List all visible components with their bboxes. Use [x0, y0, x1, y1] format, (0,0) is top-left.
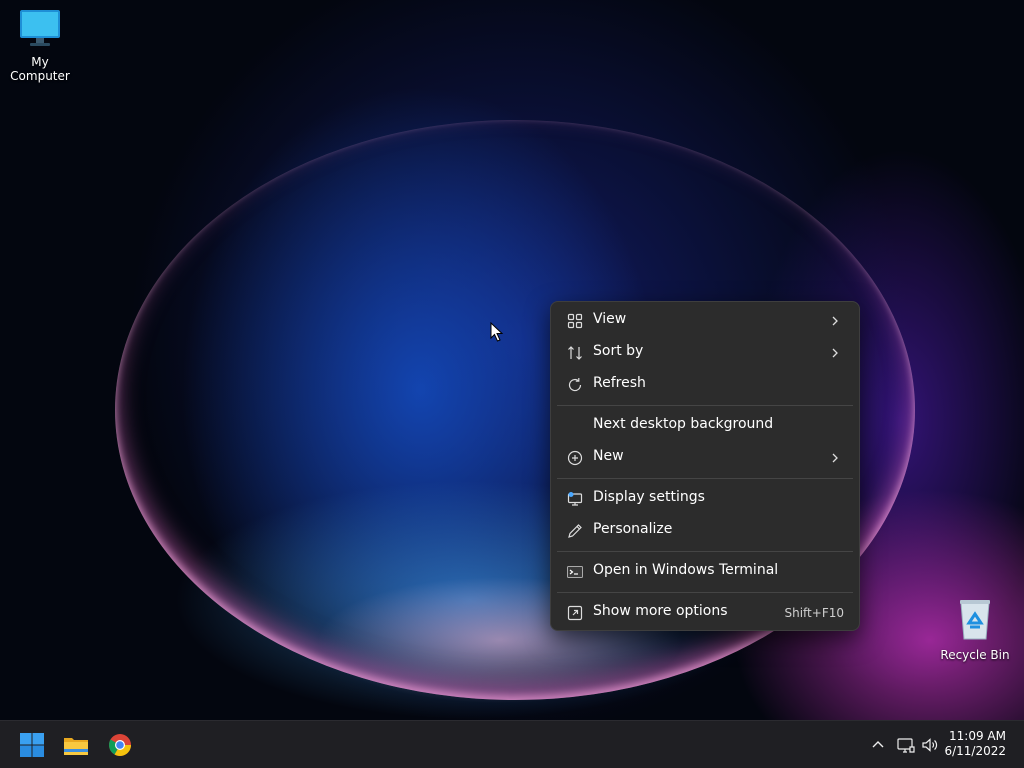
- more-options-icon: [567, 605, 583, 621]
- shortcut-hint: Shift+F10: [784, 606, 844, 620]
- menu-separator: [557, 405, 853, 406]
- menu-item-personalize[interactable]: Personalize: [556, 516, 854, 546]
- network-icon: [896, 738, 916, 759]
- chevron-right-icon: [830, 313, 840, 329]
- chevron-up-icon: [868, 740, 888, 759]
- file-explorer-icon: [60, 738, 92, 765]
- network-status-button[interactable]: [896, 735, 916, 755]
- menu-item-label: Show more options: [593, 603, 728, 619]
- desktop-wallpaper[interactable]: My Computer Recycle Bin View Sort by Ref…: [0, 0, 1024, 720]
- menu-item-open-in-windows-terminal[interactable]: Open in Windows Terminal: [556, 557, 854, 587]
- display-settings-icon: [567, 491, 583, 507]
- menu-item-sort-by[interactable]: Sort by: [556, 338, 854, 368]
- chrome-button[interactable]: [104, 729, 136, 761]
- monitor-icon: [0, 8, 80, 51]
- chrome-icon: [104, 734, 136, 765]
- menu-item-refresh[interactable]: Refresh: [556, 370, 854, 400]
- clock-time: 11:09 AM: [949, 729, 1006, 743]
- sort-arrows-icon: [567, 345, 583, 361]
- show-hidden-icons-button[interactable]: [868, 735, 888, 755]
- start-icon: [16, 733, 48, 765]
- menu-item-label: Display settings: [593, 489, 705, 505]
- desktop-icon-recycle-bin[interactable]: Recycle Bin: [935, 597, 1015, 662]
- menu-item-label: Sort by: [593, 343, 644, 359]
- menu-item-display-settings[interactable]: Display settings: [556, 484, 854, 514]
- menu-separator: [557, 478, 853, 479]
- taskbar: 11:09 AM 6/11/2022: [0, 720, 1024, 768]
- desktop-icon-label: Recycle Bin: [940, 648, 1010, 662]
- grid-icon: [567, 313, 583, 329]
- menu-item-label: Refresh: [593, 375, 646, 391]
- volume-icon: [920, 738, 940, 759]
- chevron-right-icon: [830, 450, 840, 466]
- pen-icon: [567, 523, 583, 539]
- menu-item-next-desktop-background[interactable]: Next desktop background: [556, 411, 854, 441]
- menu-item-label: View: [593, 311, 627, 327]
- clock-date: 6/11/2022: [944, 744, 1006, 758]
- chevron-right-icon: [830, 345, 840, 361]
- mouse-cursor-icon: [490, 321, 504, 346]
- volume-button[interactable]: [920, 735, 940, 755]
- desktop-icon-label: My Computer: [10, 55, 70, 83]
- menu-item-label: Open in Windows Terminal: [593, 562, 779, 578]
- refresh-icon: [567, 377, 583, 393]
- menu-item-label: Personalize: [593, 521, 673, 537]
- terminal-icon: [567, 564, 583, 580]
- plus-circle-icon: [567, 450, 583, 466]
- menu-separator: [557, 592, 853, 593]
- menu-item-show-more-options[interactable]: Show more options Shift+F10: [556, 598, 854, 628]
- menu-item-view[interactable]: View: [556, 306, 854, 336]
- menu-separator: [557, 551, 853, 552]
- menu-item-label: New: [593, 448, 624, 464]
- start-button[interactable]: [16, 729, 48, 761]
- desktop-icon-my-computer[interactable]: My Computer: [0, 8, 80, 83]
- system-clock[interactable]: 11:09 AM 6/11/2022: [944, 729, 1006, 759]
- desktop-context-menu: View Sort by Refresh Next desktop backgr…: [550, 301, 860, 631]
- menu-item-label: Next desktop background: [593, 416, 774, 432]
- menu-item-new[interactable]: New: [556, 443, 854, 473]
- file-explorer-button[interactable]: [60, 729, 92, 761]
- recycle-bin-icon: [935, 597, 1015, 644]
